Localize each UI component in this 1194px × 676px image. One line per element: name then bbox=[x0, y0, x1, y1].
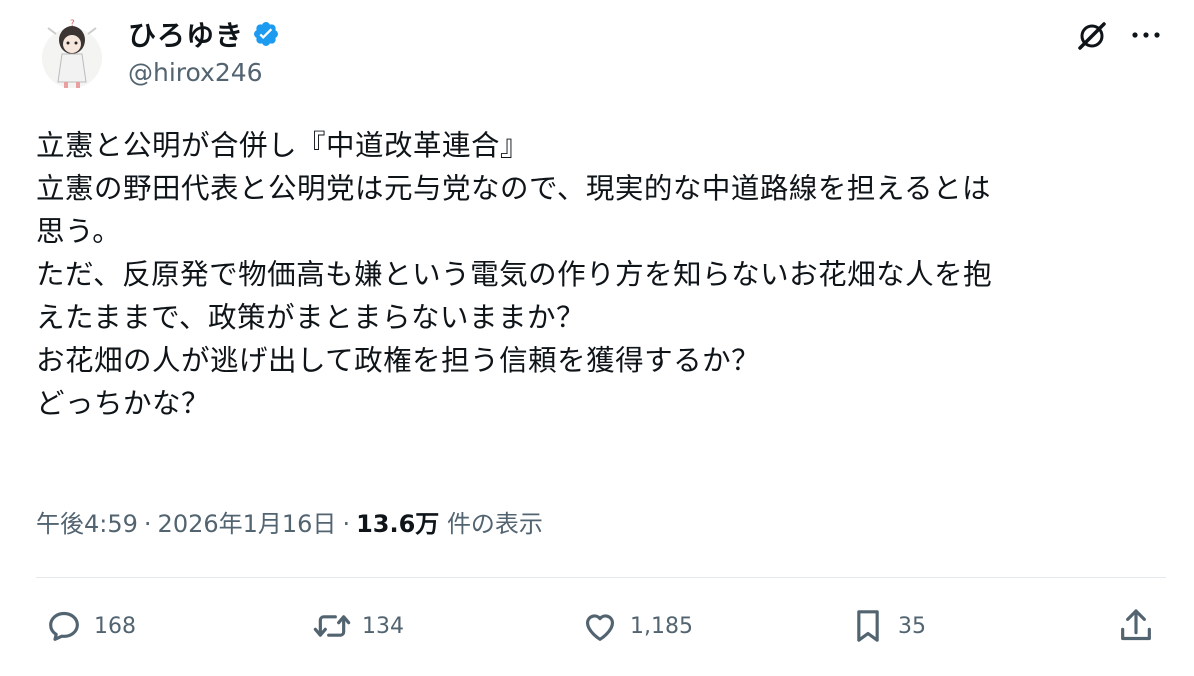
meta-separator: · bbox=[342, 510, 351, 538]
grok-icon[interactable] bbox=[1074, 18, 1110, 54]
views-count: 13.6万 bbox=[356, 510, 440, 538]
divider bbox=[36, 577, 1166, 578]
avatar[interactable]: ? bbox=[34, 14, 110, 94]
avatar-illustration-icon: ? bbox=[42, 19, 102, 88]
share-icon bbox=[1121, 609, 1151, 641]
tweet-text: 立憲と公明が合併し『中道改革連合』 立憲の野田代表と公明党は元与党なので、現実的… bbox=[36, 124, 1166, 425]
bookmark-count: 35 bbox=[898, 613, 926, 639]
tweet-date[interactable]: 2026年1月16日 bbox=[158, 510, 337, 538]
like-button[interactable]: 1,185 bbox=[580, 604, 693, 648]
reply-button[interactable]: 168 bbox=[44, 604, 136, 648]
bookmark-button[interactable]: 35 bbox=[848, 604, 926, 648]
tweet-line: どっちかな？ bbox=[36, 387, 211, 420]
heart-icon bbox=[585, 614, 615, 641]
more-icon[interactable] bbox=[1128, 22, 1164, 48]
meta-separator: · bbox=[143, 510, 152, 538]
retweet-count: 134 bbox=[362, 613, 404, 639]
bookmark-icon bbox=[857, 610, 879, 642]
svg-text:?: ? bbox=[70, 19, 75, 29]
display-name[interactable]: ひろゆき bbox=[128, 14, 244, 54]
retweet-icon bbox=[313, 615, 351, 637]
tweet-line: 立憲と公明が合併し『中道改革連合』 bbox=[36, 129, 530, 162]
handle[interactable]: @hirox246 bbox=[128, 58, 263, 87]
retweet-button[interactable]: 134 bbox=[312, 604, 404, 648]
tweet-meta: 午後4:59 · 2026年1月16日 · 13.6万 件の表示 bbox=[36, 504, 543, 539]
reply-count: 168 bbox=[94, 613, 136, 639]
tweet-line: えたままで、政策がまとまらないままか？ bbox=[36, 301, 586, 334]
tweet-time[interactable]: 午後4:59 bbox=[36, 510, 138, 538]
tweet-line: 立憲の野田代表と公明党は元与党なので、現実的な中道路線を担えるとは bbox=[36, 172, 992, 205]
tweet-line: 思う。 bbox=[36, 215, 122, 248]
like-count: 1,185 bbox=[630, 613, 693, 639]
views-label: 件の表示 bbox=[446, 510, 543, 538]
verified-badge-icon[interactable] bbox=[252, 20, 280, 48]
tweet-line: お花畑の人が逃げ出して政権を担う信頼を獲得するか？ bbox=[36, 344, 761, 377]
tweet-line: ただ、反原発で物価高も嫌という電気の作り方を知らないお花畑な人を抱 bbox=[36, 258, 993, 291]
reply-icon bbox=[49, 611, 79, 641]
share-button[interactable] bbox=[1116, 604, 1156, 648]
